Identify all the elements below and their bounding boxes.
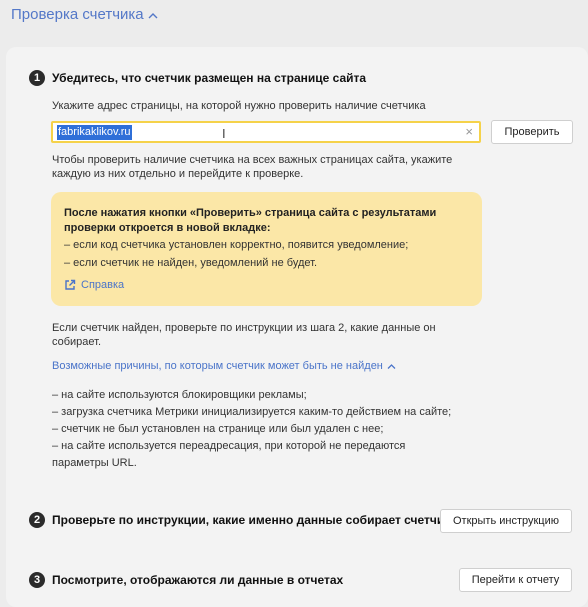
clear-icon[interactable]: × [465,124,473,139]
step-3-number: 3 [29,572,45,588]
reason-item: – загрузка счетчика Метрики инициализиру… [52,406,452,418]
notice-bold-text: После нажатия кнопки «Проверить» страниц… [64,206,464,236]
reason-item: параметры URL. [52,457,137,469]
url-prompt: Укажите адрес страницы, на которой нужно… [52,100,426,112]
text-cursor-icon: I [222,126,226,141]
external-link-icon [65,279,76,290]
check-button[interactable]: Проверить [491,120,573,144]
found-line-2: собирает. [52,336,102,348]
reason-item: – на сайте используются блокировщики рек… [52,389,307,401]
reasons-link-label: Возможные причины, по которым счетчик мо… [52,360,383,372]
notice-bold-line-2: проверки откроется в новой вкладке: [64,222,271,234]
step-2-title: Проверьте по инструкции, какие именно да… [52,513,451,527]
go-to-report-button[interactable]: Перейти к отчету [459,568,572,592]
chevron-up-icon [387,363,396,369]
reason-item: – счетчик не был установлен на странице … [52,423,384,435]
notice-bold-line-1: После нажатия кнопки «Проверить» страниц… [64,207,437,219]
chevron-up-icon [148,12,158,18]
found-line-1: Если счетчик найден, проверьте по инстру… [52,322,436,334]
reason-item: – на сайте используется переадресация, п… [52,440,406,452]
help-link[interactable]: Справка [64,279,124,291]
hint-line-2: каждую из них отдельно и перейдите к про… [52,168,304,180]
step-2-number: 2 [29,512,45,528]
url-input-value: fabrikaklikov.ru [57,124,132,140]
step-1-number: 1 [29,70,45,86]
url-input[interactable]: fabrikaklikov.ru I × [51,121,481,143]
step-1-title: Убедитесь, что счетчик размещен на стран… [52,71,367,85]
notice-item-1: – если код счетчика установлен корректно… [64,239,409,251]
step-3-title: Посмотрите, отображаются ли данные в отч… [52,573,344,587]
notice-box: После нажатия кнопки «Проверить» страниц… [51,192,482,306]
page-title-text: Проверка счетчика [11,6,144,23]
help-link-label: Справка [81,279,125,291]
reasons-toggle-link[interactable]: Возможные причины, по которым счетчик мо… [52,360,396,372]
notice-item-2: – если счетчик не найден, уведомлений не… [64,257,317,269]
page-title[interactable]: Проверка счетчика [11,6,158,23]
open-instruction-button[interactable]: Открыть инструкцию [440,509,572,533]
